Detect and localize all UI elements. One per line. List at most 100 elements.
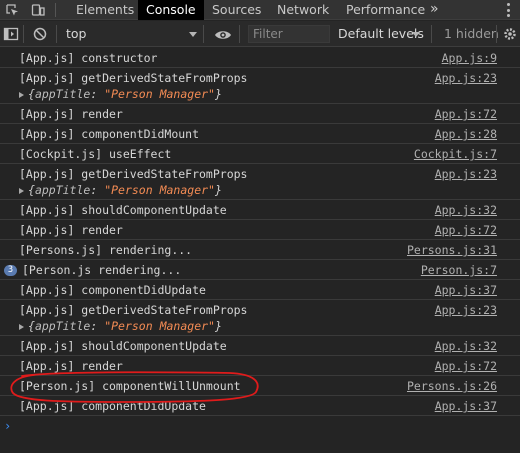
log-source-link[interactable]: App.js:23 bbox=[435, 304, 497, 317]
repeat-count-badge: 3 bbox=[4, 265, 17, 276]
log-message: [App.js] render bbox=[19, 223, 123, 237]
log-message: [App.js] getDerivedStateFromProps bbox=[19, 303, 248, 317]
log-message: [App.js] componentDidUpdate bbox=[19, 283, 206, 297]
log-message: [Person.js rendering... bbox=[22, 263, 182, 277]
object-brace: { bbox=[28, 319, 35, 333]
tab-bar-divider bbox=[55, 3, 56, 17]
tab-performance[interactable]: Performance bbox=[346, 0, 425, 20]
expand-triangle-icon[interactable] bbox=[19, 187, 24, 194]
object-separator: : bbox=[90, 87, 105, 101]
log-levels-select[interactable]: Default levels bbox=[338, 21, 424, 47]
log-row: [Persons.js] rendering... Persons.js:31 bbox=[0, 240, 520, 260]
log-row: [App.js] getDerivedStateFromProps App.js… bbox=[0, 68, 520, 104]
object-key: appTitle bbox=[34, 183, 91, 197]
sidebar-toggle-icon[interactable] bbox=[3, 26, 19, 42]
log-row: [App.js] getDerivedStateFromProps App.js… bbox=[0, 300, 520, 336]
object-key: appTitle bbox=[34, 319, 91, 333]
log-message: [App.js] componentDidMount bbox=[19, 127, 200, 141]
object-brace: { bbox=[28, 87, 35, 101]
log-source-link[interactable]: Persons.js:31 bbox=[407, 244, 497, 257]
log-row: [App.js] render App.js:72 bbox=[0, 220, 520, 240]
toolbar-divider bbox=[496, 25, 497, 43]
log-message: [Cockpit.js] useEffect bbox=[19, 147, 172, 161]
object-separator: : bbox=[90, 183, 105, 197]
console-settings-gear-icon[interactable] bbox=[502, 26, 518, 42]
log-source-link[interactable]: App.js:72 bbox=[435, 360, 497, 373]
tab-sources[interactable]: Sources bbox=[212, 0, 261, 20]
execution-context-select[interactable]: top bbox=[66, 21, 86, 47]
log-source-link[interactable]: App.js:72 bbox=[435, 224, 497, 237]
log-message: [App.js] shouldComponentUpdate bbox=[19, 203, 227, 217]
tab-console[interactable]: Console bbox=[138, 0, 204, 20]
log-row: [App.js] shouldComponentUpdate App.js:32 bbox=[0, 336, 520, 356]
console-toolbar: top Default levels 1 hidden bbox=[0, 21, 520, 47]
log-row: [App.js] componentDidMount App.js:28 bbox=[0, 124, 520, 144]
device-toolbar-icon[interactable] bbox=[27, 0, 49, 20]
log-source-link[interactable]: Person.js:7 bbox=[421, 264, 497, 277]
expand-triangle-icon[interactable] bbox=[19, 323, 24, 330]
log-object-preview[interactable]: {appTitle: "Person Manager"} bbox=[19, 320, 222, 333]
log-row: [App.js] constructor App.js:9 bbox=[0, 48, 520, 68]
toolbar-divider bbox=[239, 25, 240, 43]
object-brace: { bbox=[28, 183, 35, 197]
log-row: [App.js] render App.js:72 bbox=[0, 104, 520, 124]
log-source-link[interactable]: App.js:23 bbox=[435, 72, 497, 85]
hidden-messages-count: 1 hidden bbox=[444, 26, 499, 41]
tab-network[interactable]: Network bbox=[277, 0, 329, 20]
filter-input[interactable] bbox=[248, 25, 330, 43]
log-message: [App.js] render bbox=[19, 359, 123, 373]
log-source-link[interactable]: App.js:32 bbox=[435, 204, 497, 217]
log-row: [App.js] render App.js:72 bbox=[0, 356, 520, 376]
log-source-link[interactable]: App.js:23 bbox=[435, 168, 497, 181]
chevron-down-icon[interactable] bbox=[189, 32, 197, 37]
log-message: [App.js] getDerivedStateFromProps bbox=[19, 167, 248, 181]
object-brace: } bbox=[214, 87, 222, 101]
settings-menu-icon[interactable] bbox=[506, 3, 510, 17]
log-source-link[interactable]: App.js:72 bbox=[435, 108, 497, 121]
toolbar-divider bbox=[203, 25, 204, 43]
log-row: [Cockpit.js] useEffect Cockpit.js:7 bbox=[0, 144, 520, 164]
console-prompt-icon: › bbox=[4, 419, 12, 433]
log-row-highlighted: [Person.js] componentWillUnmount Persons… bbox=[0, 376, 520, 396]
log-source-link[interactable]: Persons.js:26 bbox=[407, 380, 497, 393]
log-message: [Persons.js] rendering... bbox=[19, 243, 193, 257]
tab-elements[interactable]: Elements bbox=[76, 0, 134, 20]
log-object-preview[interactable]: {appTitle: "Person Manager"} bbox=[19, 88, 222, 101]
log-message: [App.js] constructor bbox=[19, 51, 158, 65]
object-separator: : bbox=[90, 319, 105, 333]
log-source-link[interactable]: App.js:9 bbox=[442, 52, 497, 65]
devtools-tab-bar: Elements Console Sources Network Perform… bbox=[0, 0, 520, 20]
toolbar-divider bbox=[431, 25, 432, 43]
log-source-link[interactable]: App.js:32 bbox=[435, 340, 497, 353]
log-source-link[interactable]: App.js:37 bbox=[435, 284, 497, 297]
object-key: appTitle bbox=[34, 87, 91, 101]
log-message: [App.js] render bbox=[19, 107, 123, 121]
log-message: [App.js] shouldComponentUpdate bbox=[19, 339, 227, 353]
log-message: [Person.js] componentWillUnmount bbox=[19, 379, 241, 393]
log-message: [App.js] getDerivedStateFromProps bbox=[19, 71, 248, 85]
log-message: [App.js] componentDidUpdate bbox=[19, 399, 206, 413]
object-string-value: "Person Manager" bbox=[104, 183, 215, 197]
log-row: 3 [Person.js rendering... Person.js:7 bbox=[0, 260, 520, 280]
console-prompt-row[interactable]: › bbox=[0, 416, 520, 436]
log-source-link[interactable]: App.js:37 bbox=[435, 400, 497, 413]
expand-triangle-icon[interactable] bbox=[19, 91, 24, 98]
log-source-link[interactable]: App.js:28 bbox=[435, 128, 497, 141]
toolbar-divider bbox=[23, 25, 24, 43]
object-string-value: "Person Manager" bbox=[104, 87, 215, 101]
inspect-element-icon[interactable] bbox=[1, 0, 23, 20]
console-messages: [App.js] constructor App.js:9 [App.js] g… bbox=[0, 48, 520, 453]
log-row: [App.js] shouldComponentUpdate App.js:32 bbox=[0, 200, 520, 220]
object-brace: } bbox=[214, 183, 222, 197]
chevron-down-icon[interactable] bbox=[412, 32, 420, 37]
live-expression-eye-icon[interactable] bbox=[214, 27, 232, 41]
log-row: [App.js] getDerivedStateFromProps App.js… bbox=[0, 164, 520, 200]
log-object-preview[interactable]: {appTitle: "Person Manager"} bbox=[19, 184, 222, 197]
more-tabs-button[interactable]: » bbox=[430, 0, 439, 20]
log-row: [App.js] componentDidUpdate App.js:37 bbox=[0, 280, 520, 300]
object-string-value: "Person Manager" bbox=[104, 319, 215, 333]
toolbar-divider bbox=[56, 25, 57, 43]
log-source-link[interactable]: Cockpit.js:7 bbox=[414, 148, 497, 161]
clear-console-icon[interactable] bbox=[32, 26, 48, 42]
object-brace: } bbox=[214, 319, 222, 333]
